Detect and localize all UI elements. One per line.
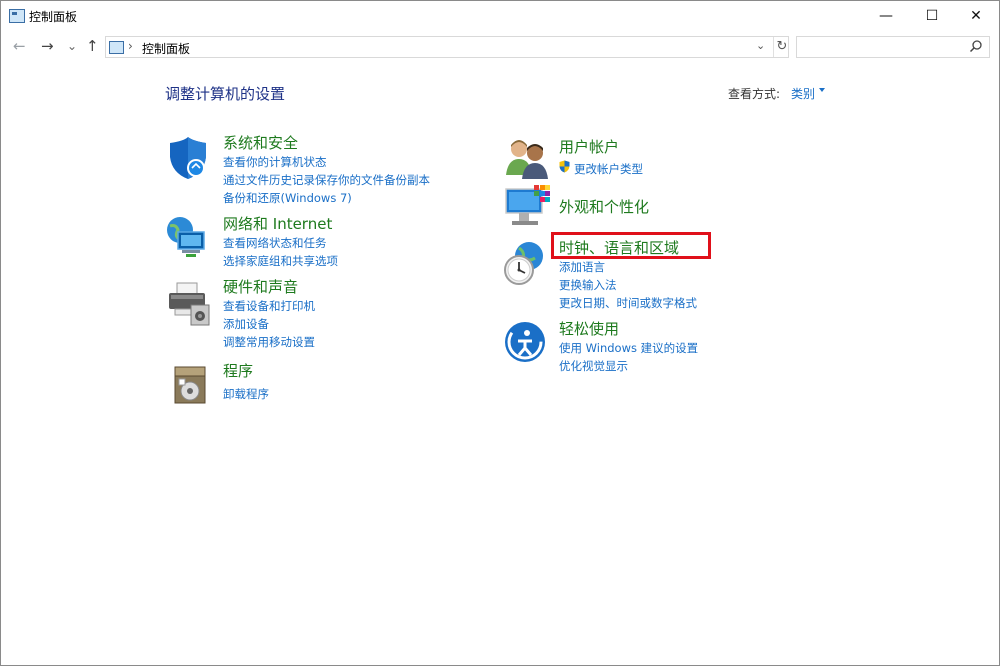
link-add-language[interactable]: 添加语言 (559, 259, 605, 275)
refresh-button[interactable]: ↻ (773, 37, 790, 57)
link-uninstall-program[interactable]: 卸载程序 (223, 386, 269, 402)
view-by-label: 查看方式: (728, 87, 781, 101)
link-add-device[interactable]: 添加设备 (223, 316, 269, 332)
chevron-down-icon[interactable]: ⌄ (756, 39, 765, 52)
breadcrumb-separator[interactable]: › (128, 39, 133, 53)
link-network-status[interactable]: 查看网络状态和任务 (223, 235, 327, 251)
address-bar[interactable]: › 控制面板 ⌄ ↻ (105, 36, 789, 58)
category-system-security[interactable]: 系统和安全 (223, 132, 298, 153)
search-input[interactable] (796, 36, 990, 58)
link-devices-printers[interactable]: 查看设备和打印机 (223, 298, 315, 314)
category-appearance[interactable]: 外观和个性化 (559, 196, 649, 217)
link-change-account-type[interactable]: 更改帐户类型 (574, 161, 643, 177)
minimize-button[interactable]: — (863, 1, 909, 31)
printer-icon[interactable] (165, 281, 211, 327)
programs-icon[interactable] (167, 361, 213, 407)
users-icon[interactable] (504, 135, 550, 181)
control-panel-icon (109, 41, 124, 54)
link-backup-restore[interactable]: 备份和还原(Windows 7) (223, 190, 352, 206)
link-optimize-visual-display[interactable]: 优化视觉显示 (559, 358, 628, 374)
close-button[interactable]: ✕ (953, 1, 999, 31)
window-title: 控制面板 (29, 10, 78, 24)
category-hardware-sound[interactable]: 硬件和声音 (223, 276, 298, 297)
category-user-accounts[interactable]: 用户帐户 (559, 136, 619, 157)
search-icon[interactable] (969, 39, 983, 53)
up-button[interactable]: ↑ (86, 37, 99, 55)
view-by-dropdown[interactable]: 类别 (791, 85, 815, 102)
category-network-internet[interactable]: 网络和 Internet (223, 213, 332, 234)
back-button[interactable]: ← (13, 37, 26, 55)
title-bar: 控制面板 — ☐ ✕ (1, 1, 999, 31)
page-title: 调整计算机的设置 (165, 85, 286, 103)
control-panel-icon (9, 9, 25, 23)
link-homegroup[interactable]: 选择家庭组和共享选项 (223, 253, 338, 269)
highlight-box (551, 232, 711, 259)
display-icon[interactable] (504, 185, 550, 231)
chevron-down-icon[interactable] (819, 88, 825, 92)
link-windows-suggested-settings[interactable]: 使用 Windows 建议的设置 (559, 340, 698, 356)
recent-locations-button[interactable]: ⌄ (67, 39, 77, 53)
forward-button[interactable]: → (41, 37, 54, 55)
category-programs[interactable]: 程序 (223, 360, 253, 381)
address-row: ← → ⌄ ↑ › 控制面板 ⌄ ↻ (1, 33, 999, 61)
link-mobility-settings[interactable]: 调整常用移动设置 (223, 334, 315, 350)
clock-globe-icon[interactable] (501, 240, 547, 286)
control-panel-window: 控制面板 — ☐ ✕ ← → ⌄ ↑ › 控制面板 ⌄ ↻ 调整计算机的设置 查… (0, 0, 1000, 666)
breadcrumb[interactable]: 控制面板 (142, 40, 190, 57)
link-view-computer-status[interactable]: 查看你的计算机状态 (223, 154, 327, 170)
network-icon[interactable] (164, 214, 210, 260)
link-file-history[interactable]: 通过文件历史记录保存你的文件备份副本 (223, 172, 430, 188)
link-change-input-method[interactable]: 更换输入法 (559, 277, 617, 293)
maximize-button[interactable]: ☐ (909, 1, 955, 31)
shield-icon[interactable] (166, 135, 212, 181)
category-ease-of-access[interactable]: 轻松使用 (559, 318, 619, 339)
uac-shield-icon (559, 160, 570, 173)
ease-of-access-icon[interactable] (504, 321, 550, 367)
link-change-date-time-format[interactable]: 更改日期、时间或数字格式 (559, 295, 697, 311)
